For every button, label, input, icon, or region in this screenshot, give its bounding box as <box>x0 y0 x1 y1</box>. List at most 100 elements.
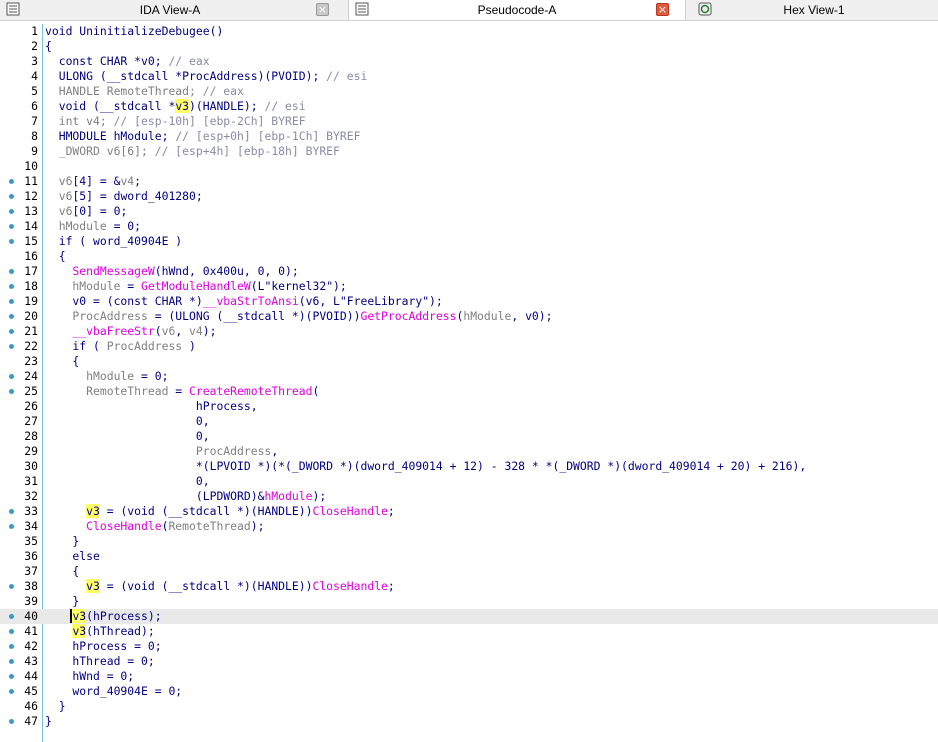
code-token: ); <box>312 489 327 503</box>
code-line[interactable]: 4 ULONG (__stdcall *ProcAddress)(PVOID);… <box>0 69 938 84</box>
code-token: hThread = 0; <box>45 654 155 668</box>
code-token: [4] = & <box>72 174 121 188</box>
code-line[interactable]: 9 _DWORD v6[6]; // [esp+4h] [ebp-18h] BY… <box>0 144 938 159</box>
code-token: ProcAddress <box>106 339 183 353</box>
code-line[interactable]: 17 SendMessageW(hWnd, 0x400u, 0, 0); <box>0 264 938 279</box>
code-token: [5] = dword_401280; <box>72 189 203 203</box>
code-line[interactable]: 19 v0 = (const CHAR *)__vbaStrToAnsi(v6,… <box>0 294 938 309</box>
code-token: HANDLE RemoteThread; <box>45 84 203 98</box>
code-line[interactable]: 28 0, <box>0 429 938 444</box>
code-token: hModule <box>463 309 512 323</box>
code-token: { <box>45 354 80 368</box>
line-number: 12 <box>24 189 38 203</box>
code-line[interactable]: 25 RemoteThread = CreateRemoteThread( <box>0 384 938 399</box>
code-line[interactable]: 35 } <box>0 534 938 549</box>
code-text: word_40904E = 0; <box>45 684 182 699</box>
code-line[interactable]: 12 v6[5] = dword_401280; <box>0 189 938 204</box>
line-number: 28 <box>24 429 38 443</box>
code-line[interactable]: 31 0, <box>0 474 938 489</box>
code-line[interactable]: 46 } <box>0 699 938 714</box>
tab-label: Pseudocode-A <box>477 3 557 17</box>
code-line[interactable]: 13 v6[0] = 0; <box>0 204 938 219</box>
line-number: 11 <box>24 174 38 188</box>
code-line[interactable]: 30 *(LPVOID *)(*(_DWORD *)(dword_409014 … <box>0 459 938 474</box>
close-icon[interactable]: × <box>656 3 669 16</box>
code-line[interactable]: 1 void UninitializeDebugee() <box>0 24 938 39</box>
code-line[interactable]: 21 __vbaFreeStr(v6, v4); <box>0 324 938 339</box>
code-text: v3(hThread); <box>45 624 155 639</box>
code-line[interactable]: 27 0, <box>0 414 938 429</box>
code-line[interactable]: 15 if ( word_40904E ) <box>0 234 938 249</box>
code-token: { <box>45 39 52 53</box>
code-line[interactable]: 45 word_40904E = 0; <box>0 684 938 699</box>
code-line[interactable]: 2{ <box>0 39 938 54</box>
code-token: v3 <box>86 579 100 593</box>
code-token: ) <box>182 339 196 353</box>
code-token: v6 <box>45 204 73 218</box>
code-line[interactable]: 8 HMODULE hModule; // [esp+0h] [ebp-1Ch]… <box>0 129 938 144</box>
code-token: // [esp-10h] [ebp-2Ch] BYREF <box>113 114 306 128</box>
code-line[interactable]: 34 CloseHandle(RemoteThread); <box>0 519 938 534</box>
code-line[interactable]: 47} <box>0 714 938 729</box>
code-line[interactable]: 40 v3(hProcess); <box>0 609 938 624</box>
code-line[interactable]: 23 { <box>0 354 938 369</box>
code-token: ; <box>387 579 395 593</box>
code-text: { <box>45 39 52 54</box>
tab-pseudocode[interactable]: Pseudocode-A × <box>348 0 686 20</box>
code-line[interactable]: 5 HANDLE RemoteThread; // eax <box>0 84 938 99</box>
code-line[interactable]: 20 ProcAddress = (ULONG (__stdcall *)(PV… <box>0 309 938 324</box>
code-line[interactable]: 44 hWnd = 0; <box>0 669 938 684</box>
code-text: hProcess, <box>45 399 258 414</box>
tab-label: Hex View-1 <box>783 3 845 17</box>
code-token: ULONG (__stdcall *ProcAddress)(PVOID); <box>45 69 327 83</box>
code-text: int v4; // [esp-10h] [ebp-2Ch] BYREF <box>45 114 306 129</box>
code-token: "); <box>326 279 347 293</box>
code-text: 0, <box>45 474 210 489</box>
code-line[interactable]: 42 hProcess = 0; <box>0 639 938 654</box>
line-number: 36 <box>24 549 38 563</box>
code-token: HMODULE hModule; <box>45 129 176 143</box>
code-line[interactable]: 38 v3 = (void (__stdcall *)(HANDLE))Clos… <box>0 579 938 594</box>
code-token: // eax <box>168 54 210 68</box>
code-line[interactable]: 10 <box>0 159 938 174</box>
code-line[interactable]: 41 v3(hThread); <box>0 624 938 639</box>
code-token: , v0); <box>511 309 553 323</box>
code-line[interactable]: 3 const CHAR *v0; // eax <box>0 54 938 69</box>
code-text: v6[4] = &v4; <box>45 174 141 189</box>
code-line[interactable]: 7 int v4; // [esp-10h] [ebp-2Ch] BYREF <box>0 114 938 129</box>
tab-bar: IDA View-A × Pseudocode-A × Hex View-1 <box>0 0 938 21</box>
code-token: CloseHandle <box>45 519 162 533</box>
code-text: 0, <box>45 429 210 444</box>
line-number: 23 <box>24 354 38 368</box>
code-line[interactable]: 26 hProcess, <box>0 399 938 414</box>
code-line[interactable]: 32 (LPDWORD)&hModule); <box>0 489 938 504</box>
code-line[interactable]: 6 void (__stdcall *v3)(HANDLE); // esi <box>0 99 938 114</box>
code-line[interactable]: 43 hThread = 0; <box>0 654 938 669</box>
code-line[interactable]: 39 } <box>0 594 938 609</box>
code-line[interactable]: 24 hModule = 0; <box>0 369 938 384</box>
code-token: = <box>168 384 190 398</box>
code-text: else <box>45 549 99 564</box>
code-token: // [esp+4h] [ebp-18h] BYREF <box>154 144 340 158</box>
code-line[interactable]: 11 v6[4] = &v4; <box>0 174 938 189</box>
code-text: { <box>45 564 79 579</box>
tab-ida-view[interactable]: IDA View-A × <box>0 0 340 20</box>
code-token: = (ULONG (__stdcall *)(PVOID)) <box>147 309 361 323</box>
code-line[interactable]: 33 v3 = (void (__stdcall *)(HANDLE))Clos… <box>0 504 938 519</box>
line-number: 31 <box>24 474 38 488</box>
code-line[interactable]: 29 ProcAddress, <box>0 444 938 459</box>
code-line[interactable]: 36 else <box>0 549 938 564</box>
tab-hex-view[interactable]: Hex View-1 <box>690 0 938 20</box>
code-text: if ( word_40904E ) <box>45 234 182 249</box>
tab-label: IDA View-A <box>139 3 201 17</box>
code-line[interactable]: 16 { <box>0 249 938 264</box>
close-icon[interactable]: × <box>316 3 329 16</box>
code-token: (LPDWORD)& <box>45 489 265 503</box>
line-number: 3 <box>31 54 38 68</box>
code-line[interactable]: 14 hModule = 0; <box>0 219 938 234</box>
code-text: } <box>45 714 52 729</box>
code-token: _DWORD v6[6]; <box>45 144 155 158</box>
code-line[interactable]: 18 hModule = GetModuleHandleW(L"kernel32… <box>0 279 938 294</box>
code-line[interactable]: 22 if ( ProcAddress ) <box>0 339 938 354</box>
code-line[interactable]: 37 { <box>0 564 938 579</box>
